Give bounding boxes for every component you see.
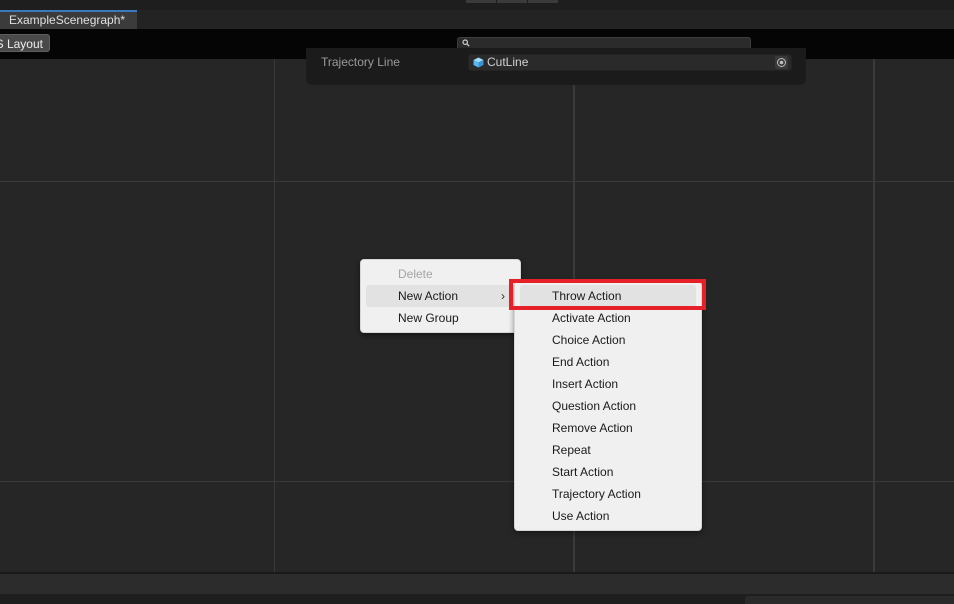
new-action-submenu: Throw Action Activate Action Choice Acti… (514, 281, 702, 531)
submenu-item-end-action[interactable]: End Action (520, 351, 696, 373)
submenu-item-repeat[interactable]: Repeat (520, 439, 696, 461)
submenu-item-trajectory-action[interactable]: Trajectory Action (520, 483, 696, 505)
submenu-item-throw-action[interactable]: Throw Action (520, 285, 696, 307)
menu-item-new-action[interactable]: New Action › (366, 285, 515, 307)
top-strip (0, 0, 954, 10)
object-picker-icon[interactable] (775, 56, 788, 69)
menu-item-new-action-label: New Action (398, 289, 459, 303)
scenegraph-node[interactable]: Trajectory Line CutLine (306, 48, 806, 85)
search-icon (462, 39, 470, 47)
submenu-item-remove-action[interactable]: Remove Action (520, 417, 696, 439)
tab-example-scenegraph[interactable]: ExampleScenegraph* (0, 10, 137, 29)
trajectory-line-label: Trajectory Line (321, 55, 400, 69)
menu-item-delete[interactable]: Delete (366, 263, 515, 285)
top-toolbar-button[interactable] (466, 0, 496, 3)
submenu-item-choice-action[interactable]: Choice Action (520, 329, 696, 351)
top-toolbar-button[interactable] (528, 0, 558, 3)
chevron-right-icon: › (501, 289, 505, 303)
top-toolbar-button[interactable] (497, 0, 527, 3)
submenu-item-label: Start Action (552, 465, 614, 479)
submenu-item-insert-action[interactable]: Insert Action (520, 373, 696, 395)
submenu-item-label: Use Action (552, 509, 610, 523)
submenu-item-label: Trajectory Action (552, 487, 641, 501)
submenu-item-use-action[interactable]: Use Action (520, 505, 696, 527)
submenu-item-start-action[interactable]: Start Action (520, 461, 696, 483)
submenu-item-label: Activate Action (552, 311, 631, 325)
submenu-item-label: End Action (552, 355, 610, 369)
submenu-item-activate-action[interactable]: Activate Action (520, 307, 696, 329)
submenu-item-label: Insert Action (552, 377, 619, 391)
cube-icon (473, 57, 484, 68)
tab-bar: ExampleScenegraph* (0, 10, 954, 30)
menu-item-delete-label: Delete (398, 267, 433, 281)
submenu-item-label: Choice Action (552, 333, 626, 347)
bottom-search-input[interactable] (745, 596, 954, 604)
submenu-item-label: Repeat (552, 443, 591, 457)
context-menu: Delete New Action › New Group (360, 259, 521, 333)
trajectory-line-value: CutLine (487, 55, 529, 69)
submenu-item-label: Remove Action (552, 421, 633, 435)
unity-editor-window: ExampleScenegraph* S Layout Trajectory L… (0, 0, 954, 604)
trajectory-line-field[interactable]: CutLine (468, 54, 792, 71)
status-bar (0, 594, 954, 604)
menu-item-new-group-label: New Group (398, 311, 459, 325)
bottom-panel (0, 572, 954, 596)
submenu-item-label: Question Action (552, 399, 637, 413)
submenu-item-label: Throw Action (552, 289, 622, 303)
menu-item-new-group[interactable]: New Group (366, 307, 515, 329)
layout-button[interactable]: S Layout (0, 34, 50, 52)
submenu-item-question-action[interactable]: Question Action (520, 395, 696, 417)
